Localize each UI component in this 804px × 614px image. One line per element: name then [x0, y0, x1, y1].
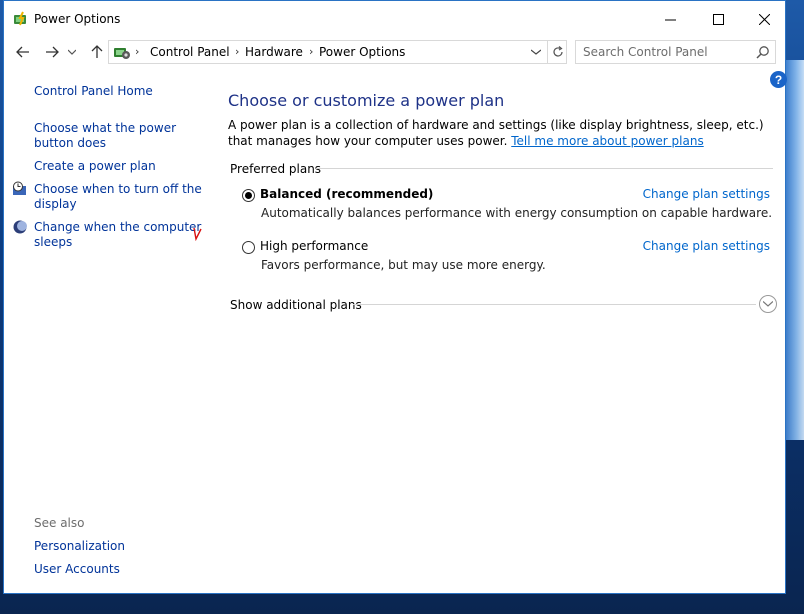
plan-name[interactable]: High performance — [260, 239, 368, 253]
red-annotation-mark — [193, 227, 202, 241]
plan-description: Automatically balances performance with … — [261, 206, 773, 220]
left-navigation-pane: Control Panel Home Choose what the power… — [4, 67, 214, 593]
breadcrumb-separator: › — [235, 45, 240, 58]
divider — [353, 304, 756, 305]
change-plan-settings-link[interactable]: Change plan settings — [643, 187, 770, 201]
page-title: Choose or customize a power plan — [228, 91, 505, 110]
close-button[interactable] — [741, 1, 787, 37]
power-button-settings-link[interactable]: Choose what the power button does — [34, 121, 209, 151]
chevron-down-icon — [763, 301, 773, 307]
breadcrumb-control-panel[interactable]: Control Panel — [150, 45, 230, 59]
forward-arrow-icon — [46, 46, 59, 58]
breadcrumb-power-options[interactable]: Power Options — [319, 45, 405, 59]
forward-button[interactable] — [41, 41, 63, 63]
help-button[interactable]: ? — [770, 71, 787, 88]
control-panel-home-link[interactable]: Control Panel Home — [34, 84, 209, 99]
maximize-icon — [712, 13, 724, 25]
plan-name[interactable]: Balanced (recommended) — [260, 187, 433, 201]
personalization-link[interactable]: Personalization — [34, 539, 209, 554]
moon-sleep-icon — [13, 220, 27, 234]
show-additional-plans-label[interactable]: Show additional plans — [230, 298, 362, 312]
navigation-row: › Control Panel › Hardware › Power Optio… — [4, 37, 785, 67]
preferred-plans-label: Preferred plans — [230, 162, 322, 176]
learn-more-link[interactable]: Tell me more about power plans — [511, 134, 703, 148]
user-accounts-link[interactable]: User Accounts — [34, 562, 209, 577]
up-arrow-icon — [91, 45, 103, 58]
address-dropdown-button[interactable] — [527, 43, 545, 61]
close-icon — [758, 13, 770, 25]
breadcrumb-separator: › — [309, 45, 314, 58]
title-bar[interactable]: Power Options — [4, 1, 785, 37]
up-button[interactable] — [86, 41, 108, 63]
page-description: A power plan is a collection of hardware… — [228, 117, 768, 149]
address-bar[interactable]: › Control Panel › Hardware › Power Optio… — [108, 40, 567, 64]
desktop-light-streak — [785, 60, 804, 440]
chevron-down-icon — [68, 49, 76, 55]
refresh-icon — [552, 46, 563, 57]
recent-locations-button[interactable] — [65, 41, 79, 63]
back-arrow-icon — [16, 46, 29, 58]
see-also-heading: See also — [34, 516, 85, 530]
control-panel-icon — [114, 48, 130, 59]
divider — [316, 168, 773, 169]
power-options-window: Power Options › Control Panel › Hardware… — [3, 0, 787, 594]
back-button[interactable] — [12, 41, 34, 63]
maximize-button[interactable] — [695, 1, 741, 37]
plan-radio-balanced[interactable] — [242, 189, 255, 202]
power-options-app-icon — [14, 11, 26, 26]
computer-sleep-link[interactable]: Change when the computer sleeps — [34, 220, 209, 250]
minimize-icon — [664, 19, 676, 20]
breadcrumb-separator: › — [135, 45, 140, 58]
turn-off-display-link[interactable]: Choose when to turn off the display — [34, 182, 209, 212]
search-box[interactable] — [575, 40, 776, 64]
plan-radio-high-performance[interactable] — [242, 241, 255, 254]
chevron-down-icon — [531, 49, 541, 55]
plan-balanced[interactable]: Balanced (recommended) Automatically bal… — [242, 187, 772, 231]
search-input[interactable] — [576, 41, 751, 63]
expand-additional-plans-button[interactable] — [759, 295, 777, 313]
window-title: Power Options — [34, 12, 121, 26]
plan-high-performance[interactable]: High performance Favors performance, but… — [242, 239, 772, 283]
search-icon[interactable] — [756, 45, 770, 59]
refresh-button[interactable] — [547, 41, 567, 63]
change-plan-settings-link[interactable]: Change plan settings — [643, 239, 770, 253]
create-power-plan-link[interactable]: Create a power plan — [34, 159, 209, 174]
clock-display-icon — [13, 181, 26, 195]
plan-description: Favors performance, but may use more ene… — [261, 258, 546, 272]
minimize-button[interactable] — [647, 1, 693, 37]
breadcrumb-hardware[interactable]: Hardware — [245, 45, 303, 59]
